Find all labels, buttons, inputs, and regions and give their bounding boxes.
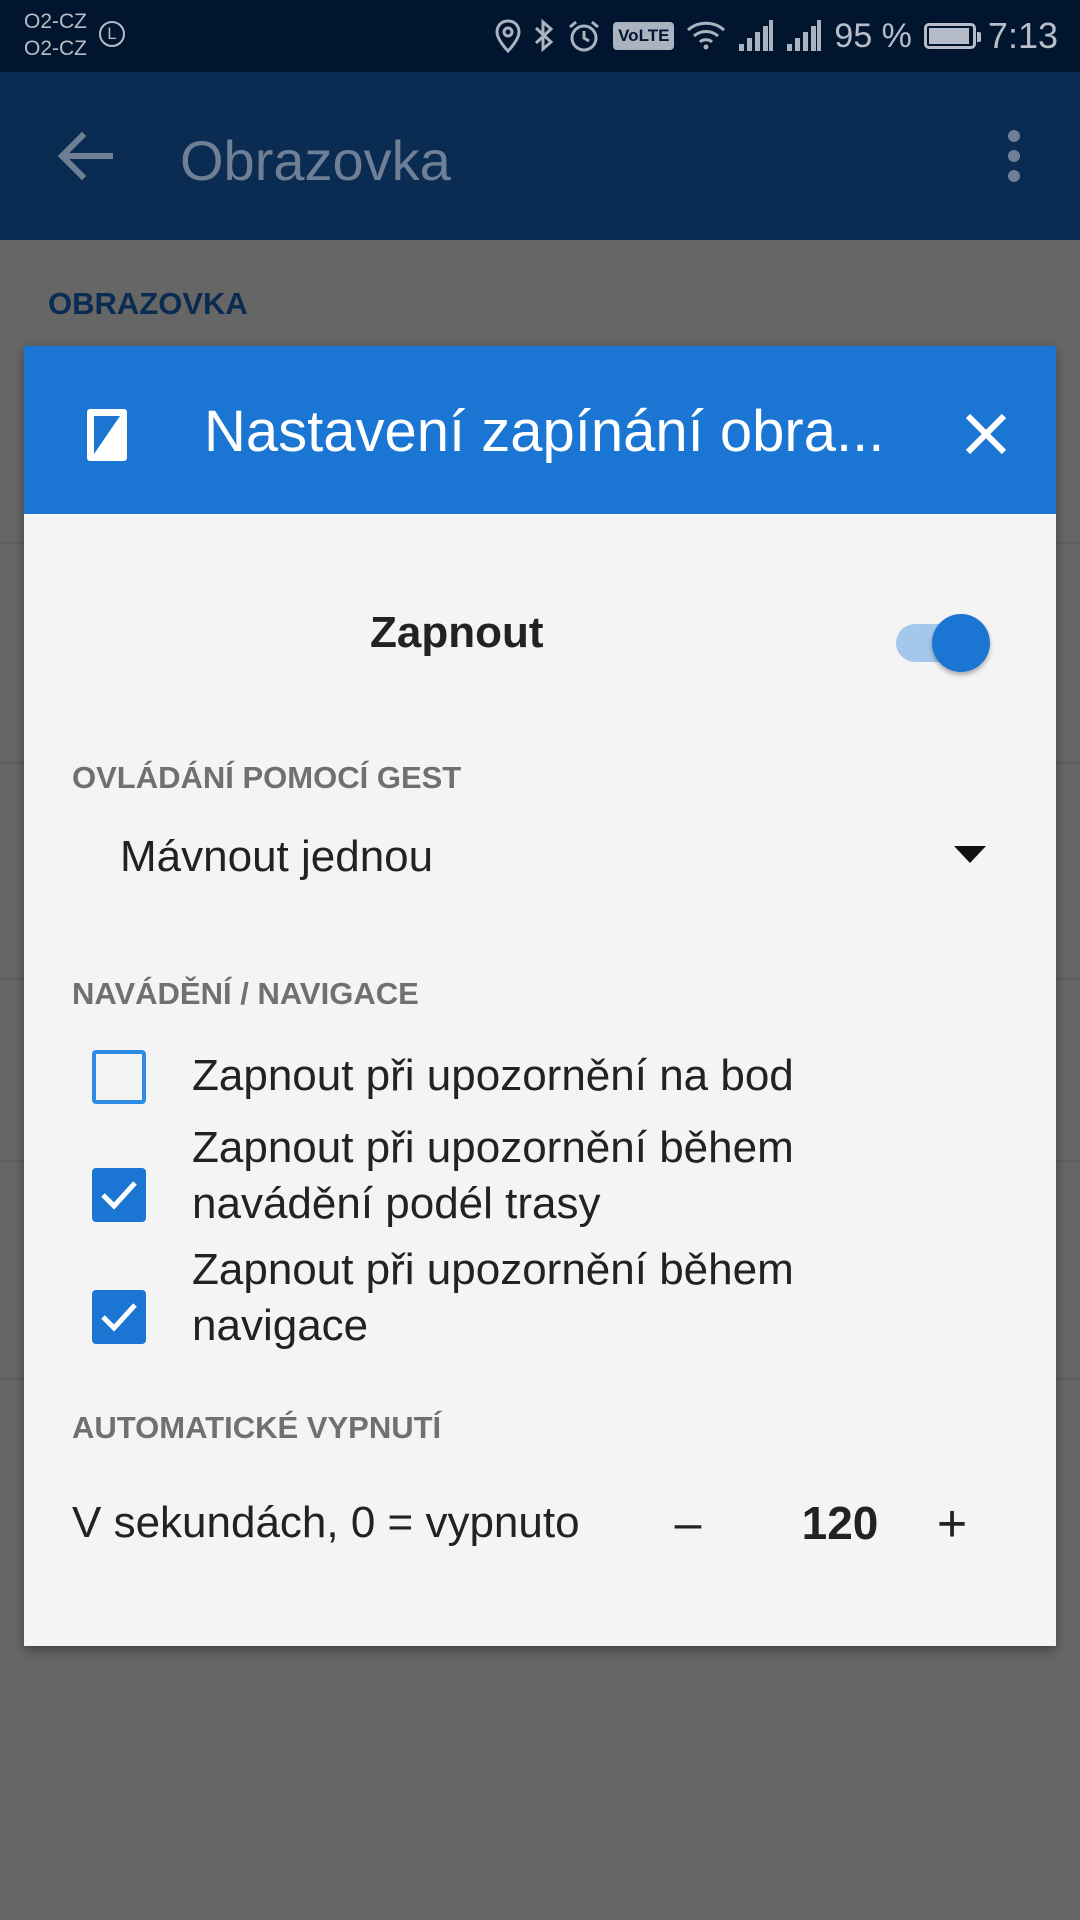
timeout-description: V sekundách, 0 = vypnuto: [72, 1498, 580, 1547]
checkbox-checked[interactable]: [92, 1290, 146, 1344]
carrier-info: O2-CZ O2-CZ: [24, 8, 87, 62]
checkbox-checked[interactable]: [92, 1168, 146, 1222]
toggle-thumb: [932, 614, 990, 672]
bluetooth-icon: [535, 18, 554, 53]
app-bar: Obrazovka: [0, 72, 1080, 240]
checkbox-label: Zapnout při upozornění během: [192, 1245, 794, 1294]
section-label: OBRAZOVKA: [48, 286, 248, 321]
carrier-badge: L: [99, 21, 125, 47]
enable-label: Zapnout: [370, 608, 544, 657]
carrier-name-2: O2-CZ: [24, 37, 87, 60]
checkbox-unchecked[interactable]: [92, 1050, 146, 1104]
check-icon: [101, 1181, 137, 1210]
dialog-title: Nastavení zapínání obra...: [204, 399, 885, 464]
enable-toggle[interactable]: [890, 608, 990, 672]
timeout-value[interactable]: 120: [774, 1496, 906, 1550]
more-vert-icon[interactable]: [990, 124, 1038, 188]
battery-icon: [923, 23, 981, 49]
battery-level-fill: [928, 28, 969, 44]
screen-settings-dialog: Nastavení zapínání obra... Zapnout OVLÁD…: [24, 346, 1056, 1646]
check-icon: [101, 1303, 137, 1332]
carrier-name-1: O2-CZ: [24, 10, 87, 33]
status-bar: O2-CZ O2-CZ L VoLTE 95 % 7:13: [0, 0, 1080, 72]
checkbox-label-line2: navigace: [192, 1301, 369, 1350]
screen-icon: [87, 409, 127, 461]
gesture-dropdown-value: Mávnout jednou: [120, 832, 434, 881]
alarm-icon: [569, 20, 600, 52]
increment-button[interactable]: +: [928, 1492, 976, 1556]
close-icon[interactable]: [958, 406, 1014, 462]
signal-icon: [787, 20, 822, 51]
checkbox-label-line2: navádění podél trasy: [192, 1179, 601, 1228]
navigation-group-label: NAVÁDĚNÍ / NAVIGACE: [72, 976, 419, 1011]
clock: 7:13: [987, 15, 1058, 56]
checkbox-label: Zapnout při upozornění na bod: [192, 1051, 794, 1100]
dialog-header: Nastavení zapínání obra...: [24, 346, 1056, 514]
arrow-back-icon[interactable]: [52, 122, 120, 190]
auto-off-group-label: AUTOMATICKÉ VYPNUTÍ: [72, 1410, 442, 1445]
checkbox-label: Zapnout při upozornění během: [192, 1123, 794, 1172]
location-icon: [495, 19, 521, 53]
gesture-dropdown[interactable]: Mávnout jednou: [72, 816, 1012, 896]
battery-percent: 95 %: [834, 16, 912, 55]
wifi-icon: [687, 21, 726, 50]
gestures-group-label: OVLÁDÁNÍ POMOCÍ GEST: [72, 760, 462, 795]
dropdown-arrow-icon: [954, 846, 986, 863]
page-title: Obrazovka: [180, 129, 451, 192]
signal-icon: [739, 20, 774, 51]
volte-icon: VoLTE: [613, 22, 675, 50]
decrement-button[interactable]: –: [664, 1492, 712, 1556]
